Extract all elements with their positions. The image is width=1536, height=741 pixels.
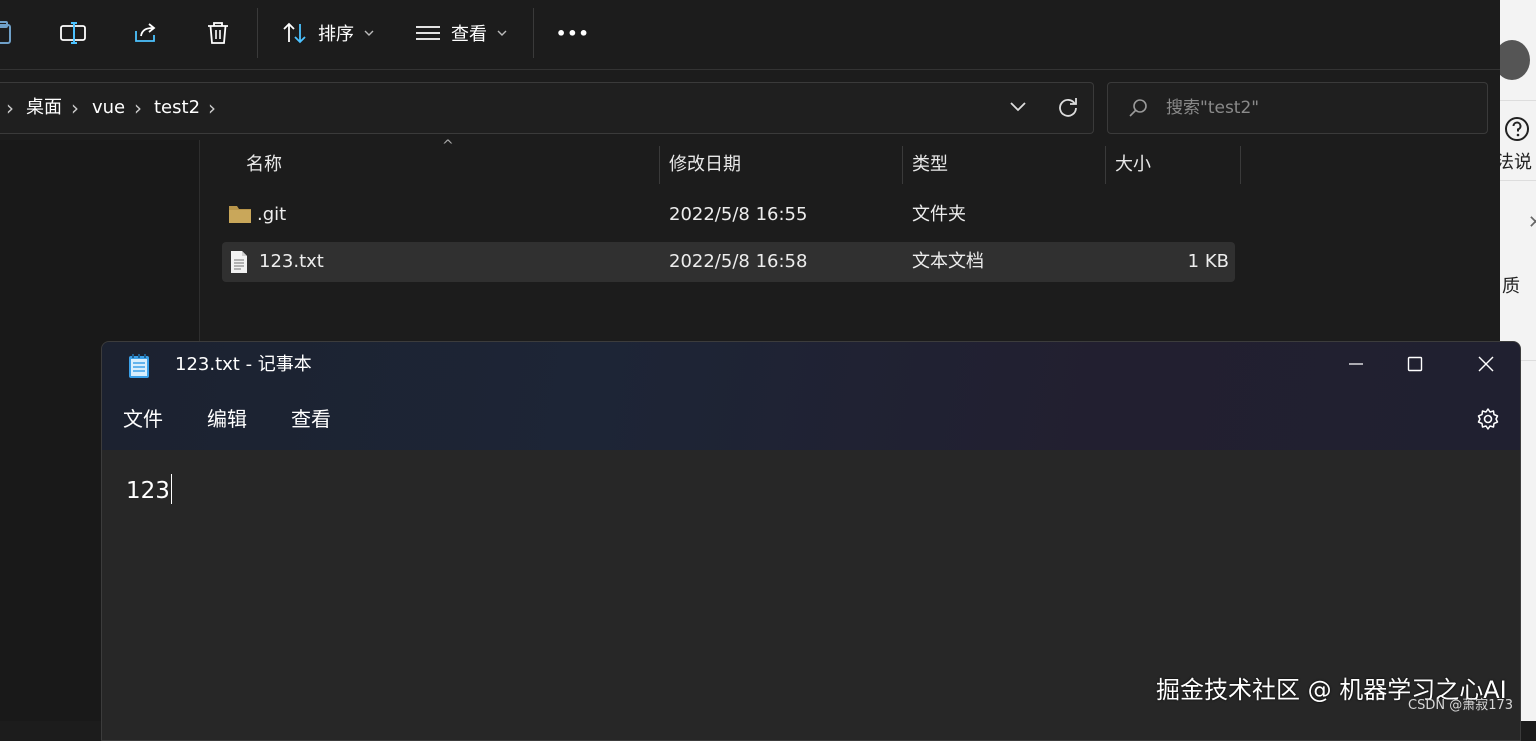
clipboard-icon xyxy=(0,21,11,44)
text-caret xyxy=(170,474,172,504)
watermark-subtext: CSDN @萧寂173 xyxy=(1408,698,1514,713)
avatar xyxy=(1500,40,1530,80)
maximize-button[interactable] xyxy=(1395,350,1435,378)
column-divider[interactable] xyxy=(1105,146,1106,184)
menu-edit[interactable]: 编辑 xyxy=(207,404,247,434)
rename-button[interactable] xyxy=(60,14,86,52)
breadcrumb-separator: › xyxy=(134,96,142,120)
gear-icon[interactable] xyxy=(1476,407,1500,431)
view-button[interactable]: 查看 xyxy=(415,14,507,52)
divider xyxy=(1500,100,1536,101)
explorer-toolbar: 排序 查看 ••• xyxy=(0,0,1500,70)
breadcrumb-separator: › xyxy=(6,96,14,120)
share-icon xyxy=(135,23,156,42)
column-header-size[interactable]: 大小 xyxy=(1115,146,1151,186)
notepad-app-icon xyxy=(129,354,149,378)
more-options-button[interactable]: ••• xyxy=(556,14,590,52)
file-type: 文本文档 xyxy=(912,251,984,272)
close-button[interactable] xyxy=(1466,350,1506,378)
file-name: .git xyxy=(257,204,287,225)
maximize-icon xyxy=(1407,356,1423,372)
file-modified: 2022/5/8 16:55 xyxy=(669,204,808,225)
search-box[interactable] xyxy=(1107,82,1488,134)
search-input[interactable] xyxy=(1166,95,1466,121)
column-header-type[interactable]: 类型 xyxy=(912,146,948,186)
file-modified: 2022/5/8 16:58 xyxy=(669,251,808,272)
view-list-icon xyxy=(416,26,440,40)
column-header-modified[interactable]: 修改日期 xyxy=(669,146,741,186)
minimize-button[interactable] xyxy=(1336,350,1376,378)
folder-icon xyxy=(229,206,251,223)
paste-button[interactable] xyxy=(0,14,14,52)
breadcrumb-separator: › xyxy=(71,96,79,120)
refresh-icon[interactable] xyxy=(1057,96,1079,118)
trash-icon xyxy=(208,22,228,44)
sort-button[interactable]: 排序 xyxy=(282,14,374,52)
share-button[interactable] xyxy=(133,14,159,52)
file-name: 123.txt xyxy=(259,251,324,272)
file-row-git[interactable]: .git 2022/5/8 16:55 文件夹 xyxy=(222,195,1235,235)
menu-file[interactable]: 文件 xyxy=(123,404,163,434)
side-text: 质 xyxy=(1502,276,1520,297)
sort-ascending-indicator: ^ xyxy=(442,138,454,154)
address-bar[interactable]: › 桌面 › vue › test2 › xyxy=(0,82,1094,134)
help-icon[interactable] xyxy=(1504,116,1530,142)
menu-view[interactable]: 查看 xyxy=(291,404,331,434)
toolbar-separator xyxy=(533,8,534,58)
column-divider[interactable] xyxy=(659,146,660,184)
search-icon xyxy=(1129,99,1147,117)
sort-label: 排序 xyxy=(318,24,354,45)
close-icon xyxy=(1478,356,1494,372)
chevron-down-icon[interactable] xyxy=(1009,100,1027,114)
file-size: 1 KB xyxy=(1187,251,1229,272)
column-divider[interactable] xyxy=(1240,146,1241,184)
notepad-content: 123 xyxy=(126,478,170,504)
delete-button[interactable] xyxy=(206,14,230,52)
text-file-icon xyxy=(231,251,247,273)
breadcrumb-test2[interactable]: test2 xyxy=(154,83,200,133)
breadcrumb-desktop[interactable]: 桌面 xyxy=(26,83,62,133)
sort-icon xyxy=(283,22,306,44)
toolbar-separator xyxy=(257,8,258,58)
file-row-123-txt[interactable]: 123.txt 2022/5/8 16:58 文本文档 1 KB xyxy=(222,242,1235,282)
view-label: 查看 xyxy=(451,24,487,45)
divider xyxy=(1500,180,1536,181)
column-divider[interactable] xyxy=(902,146,903,184)
close-icon[interactable]: ✕ xyxy=(1528,212,1536,233)
breadcrumb-vue[interactable]: vue xyxy=(92,83,125,133)
more-icon: ••• xyxy=(556,23,590,43)
notepad-title: 123.txt - 记事本 xyxy=(175,354,312,375)
chevron-down-icon xyxy=(364,30,374,36)
chevron-down-icon xyxy=(497,30,507,36)
rename-icon xyxy=(60,22,86,44)
minimize-icon xyxy=(1349,363,1363,365)
file-type: 文件夹 xyxy=(912,204,966,225)
side-text: 法说 xyxy=(1500,152,1532,173)
column-header-name[interactable]: 名称 xyxy=(246,146,282,186)
breadcrumb-separator: › xyxy=(208,96,216,120)
notepad-titlebar[interactable]: 123.txt - 记事本 文件 编辑 查看 xyxy=(102,342,1520,450)
